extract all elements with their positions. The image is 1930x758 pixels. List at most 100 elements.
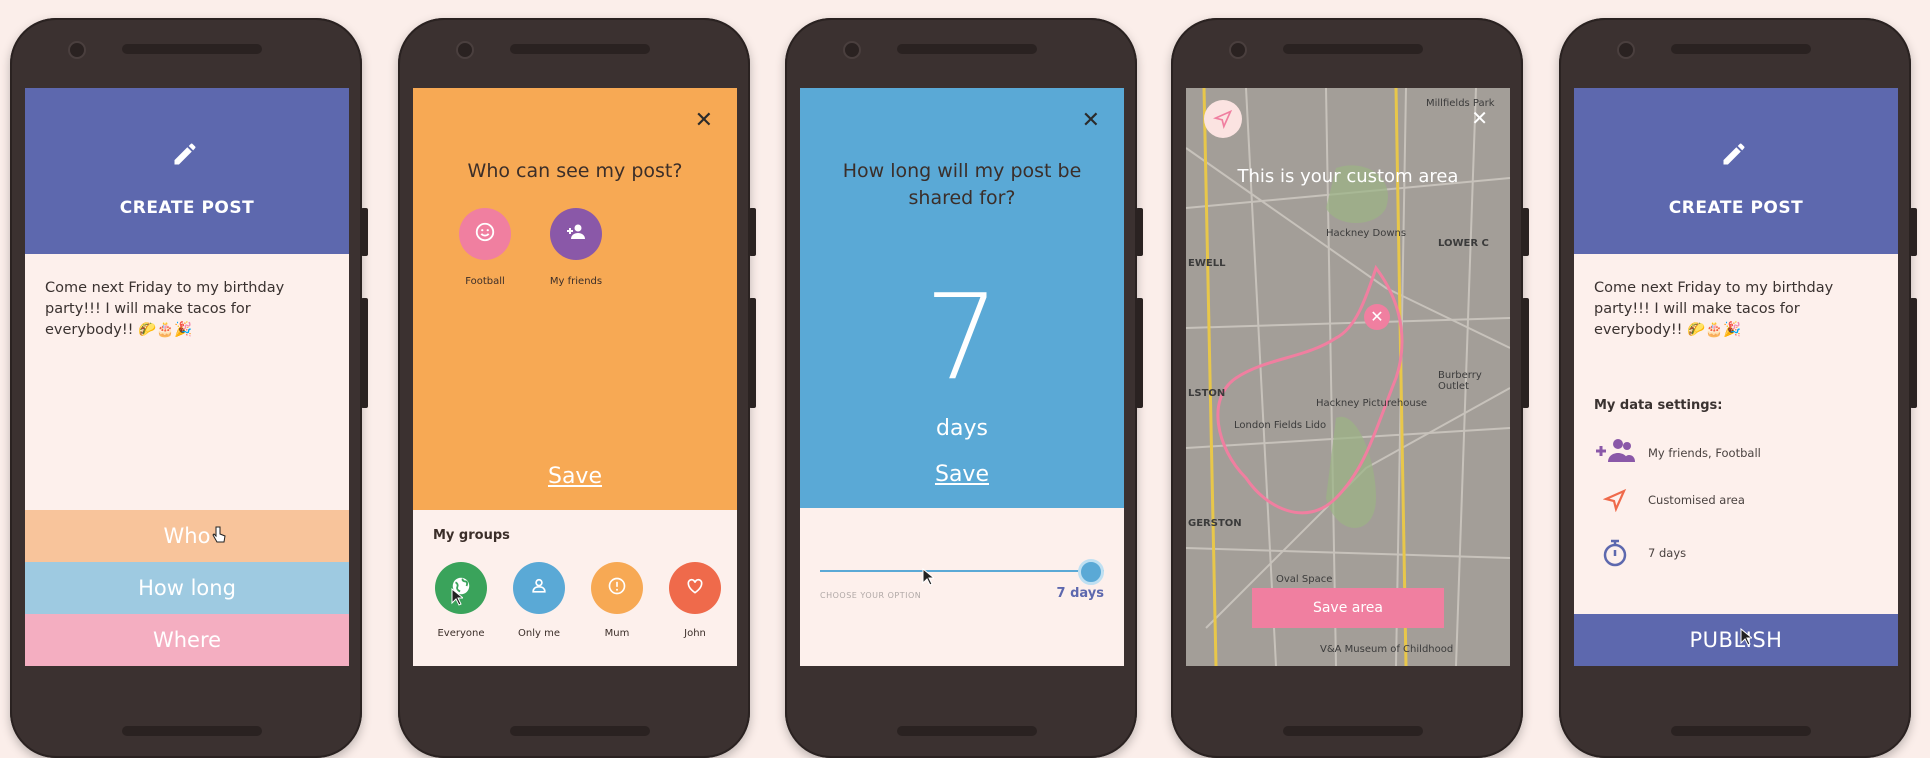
smile-icon	[474, 221, 496, 247]
group-label: Everyone	[437, 628, 485, 639]
duration-unit: days	[936, 416, 988, 441]
close-icon[interactable]: ✕	[1471, 106, 1488, 130]
setting-label: My friends, Football	[1648, 446, 1761, 460]
group-only-me[interactable]	[513, 562, 565, 614]
side-button	[749, 208, 756, 256]
map[interactable]: Millfields Park Hackney Downs LOWER C EW…	[1186, 88, 1510, 666]
create-post-header: CREATE POST	[25, 88, 349, 254]
page-title: CREATE POST	[1668, 198, 1804, 218]
setting-area: Customised area	[1594, 488, 1745, 512]
publish-button[interactable]: PUBLISH	[1574, 614, 1898, 666]
map-label: EWELL	[1188, 258, 1226, 269]
speaker	[897, 44, 1037, 54]
phone-1: CREATE POST Come next Friday to my birth…	[10, 18, 368, 758]
pencil-icon	[171, 140, 199, 172]
groups-title: My groups	[433, 528, 510, 543]
side-button	[1910, 208, 1917, 256]
data-settings-title: My data settings:	[1594, 398, 1723, 413]
map-title: This is your custom area	[1237, 166, 1459, 187]
screen: CREATE POST Come next Friday to my birth…	[25, 88, 349, 666]
page-title: CREATE POST	[119, 198, 255, 218]
side-button	[361, 208, 368, 256]
add-friends-icon	[1594, 436, 1636, 470]
setting-label: 7 days	[1648, 546, 1687, 560]
map-label: GERSTON	[1188, 518, 1242, 529]
save-area-button[interactable]: Save area	[1252, 588, 1444, 628]
arrow-cursor-icon	[1740, 627, 1754, 650]
duration-number: 7	[924, 268, 1000, 406]
where-button[interactable]: Where	[25, 614, 349, 666]
map-label: Burberry Outlet	[1438, 370, 1482, 392]
duration-value: 7 days	[1056, 586, 1104, 601]
map-label: V&A Museum of Childhood	[1320, 644, 1454, 655]
group-john[interactable]	[669, 562, 721, 614]
close-icon[interactable]: ✕	[695, 108, 713, 133]
phone-4: Millfields Park Hackney Downs LOWER C EW…	[1171, 18, 1529, 758]
alert-icon	[607, 576, 627, 600]
map-label: London Fields Lido	[1234, 420, 1327, 431]
selected-label: Football	[465, 276, 505, 287]
side-button	[1522, 208, 1529, 256]
map-label: Hackney Downs	[1326, 228, 1407, 239]
camera	[1617, 41, 1635, 59]
map-label: Oval Space	[1276, 574, 1333, 585]
speaker	[510, 44, 650, 54]
save-button[interactable]: Save	[800, 462, 1124, 487]
camera	[456, 41, 474, 59]
side-button	[1136, 298, 1143, 408]
map-label: LSTON	[1188, 388, 1226, 399]
duration-panel: ✕ How long will my post be shared for? 7…	[800, 88, 1124, 508]
bottom-bar	[510, 726, 650, 736]
screen: CREATE POST Come next Friday to my birth…	[1574, 88, 1898, 666]
group-mum[interactable]	[591, 562, 643, 614]
clear-area-marker[interactable]: ✕	[1364, 304, 1390, 330]
arrow-cursor-icon	[451, 587, 465, 610]
group-label: John	[684, 628, 706, 639]
how-long-button[interactable]: How long	[25, 562, 349, 614]
screen: ✕ Who can see my post? Football My frien…	[413, 88, 737, 666]
map-label: LOWER C	[1438, 238, 1489, 249]
bottom-bar	[122, 726, 262, 736]
audience-panel: ✕ Who can see my post? Football My frien…	[413, 88, 737, 510]
side-button	[361, 298, 368, 408]
selected-label: My friends	[549, 276, 603, 287]
bottom-bar	[1671, 726, 1811, 736]
close-icon[interactable]: ✕	[1082, 108, 1100, 133]
save-button[interactable]: Save	[413, 464, 737, 489]
camera	[68, 41, 86, 59]
bottom-bar	[897, 726, 1037, 736]
map-label: Hackney Picturehouse	[1316, 398, 1428, 409]
screen: Millfields Park Hackney Downs LOWER C EW…	[1186, 88, 1510, 666]
bottom-bar	[1283, 726, 1423, 736]
speaker	[1283, 44, 1423, 54]
create-post-header: CREATE POST	[1574, 88, 1898, 254]
group-label: Only me	[518, 628, 560, 639]
location-arrow-icon	[1594, 488, 1636, 512]
hand-cursor-icon	[211, 526, 227, 548]
setting-audience: My friends, Football	[1594, 436, 1761, 470]
location-arrow-icon[interactable]	[1204, 100, 1242, 138]
add-friends-icon	[564, 222, 588, 246]
choose-option-label: CHOOSE YOUR OPTION	[820, 591, 922, 600]
setting-label: Customised area	[1648, 493, 1745, 507]
group-label: Mum	[604, 628, 630, 639]
heart-icon	[685, 576, 705, 600]
stopwatch-icon	[1594, 538, 1636, 568]
phone-2: ✕ Who can see my post? Football My frien…	[398, 18, 756, 758]
duration-slider-track[interactable]	[820, 570, 1104, 572]
question-title: How long will my post be shared for?	[842, 160, 1082, 209]
who-button[interactable]: Who	[25, 510, 349, 562]
side-button	[1522, 298, 1529, 408]
screen: ✕ How long will my post be shared for? 7…	[800, 88, 1124, 666]
pencil-icon	[1720, 140, 1748, 172]
selected-my-friends[interactable]	[550, 208, 602, 260]
duration-slider-handle[interactable]	[1078, 559, 1104, 585]
selected-football[interactable]	[459, 208, 511, 260]
speaker	[122, 44, 262, 54]
arrow-cursor-icon	[922, 567, 936, 590]
post-text: Come next Friday to my birthday party!!!…	[1594, 280, 1834, 338]
setting-duration: 7 days	[1594, 538, 1686, 568]
camera	[843, 41, 861, 59]
post-text-input[interactable]: Come next Friday to my birthday party!!!…	[45, 278, 325, 341]
person-icon	[529, 576, 549, 600]
